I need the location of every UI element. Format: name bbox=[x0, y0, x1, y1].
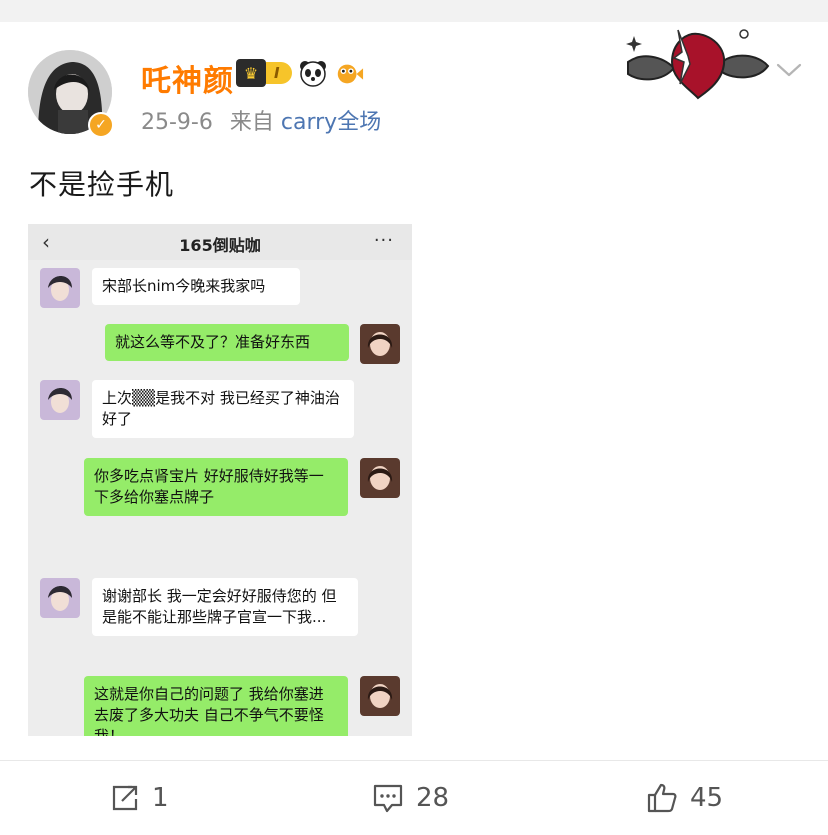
source-prefix: 来自 bbox=[229, 110, 274, 135]
chat-header: ‹ 165倒贴咖 ··· bbox=[28, 224, 412, 260]
level-badge[interactable]: ♛ I bbox=[236, 59, 292, 87]
sender-avatar bbox=[40, 268, 80, 308]
username[interactable]: 吒神颜 bbox=[141, 56, 234, 100]
chat-message: 就这么等不及了？准备好东西 bbox=[105, 324, 349, 361]
chat-message: 宋部长nim今晚来我家吗 bbox=[92, 268, 300, 305]
comment-icon bbox=[372, 783, 404, 813]
thumbs-up-icon bbox=[646, 782, 678, 814]
post-meta: 25-9-6 来自 carry全场 bbox=[141, 104, 381, 136]
chat-message: 你多吃点肾宝片 好好服侍好我等一下多给你塞点牌子 bbox=[84, 458, 348, 516]
level-badge-label: I bbox=[266, 62, 292, 84]
share-count: 1 bbox=[152, 783, 169, 813]
more-icon: ··· bbox=[373, 230, 394, 251]
source-link[interactable]: carry全场 bbox=[281, 110, 381, 135]
like-count: 45 bbox=[690, 783, 724, 813]
receiver-avatar bbox=[360, 676, 400, 716]
comment-button[interactable]: 28 bbox=[372, 761, 449, 835]
pufferfish-icon bbox=[334, 58, 364, 88]
top-band bbox=[0, 0, 828, 22]
action-bar: 1 28 45 bbox=[0, 760, 828, 835]
crown-icon: ♛ bbox=[236, 59, 266, 87]
chat-message: 上次▒▒是我不对 我已经买了神油治好了 bbox=[92, 380, 354, 438]
receiver-avatar bbox=[360, 324, 400, 364]
decorative-sticker bbox=[622, 22, 772, 100]
chevron-down-icon[interactable] bbox=[774, 58, 804, 82]
panda-icon bbox=[298, 58, 328, 88]
sender-avatar bbox=[40, 380, 80, 420]
post-date: 25-9-6 bbox=[141, 110, 213, 135]
share-icon bbox=[110, 783, 140, 813]
user-badges: ♛ I bbox=[236, 58, 364, 88]
comment-count: 28 bbox=[416, 783, 450, 813]
post-text: 不是捡手机 bbox=[29, 168, 175, 201]
receiver-avatar bbox=[360, 458, 400, 498]
chat-message: 谢谢部长 我一定会好好服侍您的 但是能不能让那些牌子官宣一下我... bbox=[92, 578, 358, 636]
share-button[interactable]: 1 bbox=[110, 761, 169, 835]
post-image[interactable]: ‹ 165倒贴咖 ··· 宋部长nim今晚来我家吗 就这么等不及了？准备好东西 … bbox=[28, 224, 412, 736]
chat-message: 这就是你自己的问题了 我给你塞进去废了多大功夫 自己不争气不要怪我！ bbox=[84, 676, 348, 736]
verified-badge-icon: ✓ bbox=[88, 112, 114, 138]
chat-title: 165倒贴咖 bbox=[179, 236, 261, 255]
like-button[interactable]: 45 bbox=[646, 761, 723, 835]
sender-avatar bbox=[40, 578, 80, 618]
